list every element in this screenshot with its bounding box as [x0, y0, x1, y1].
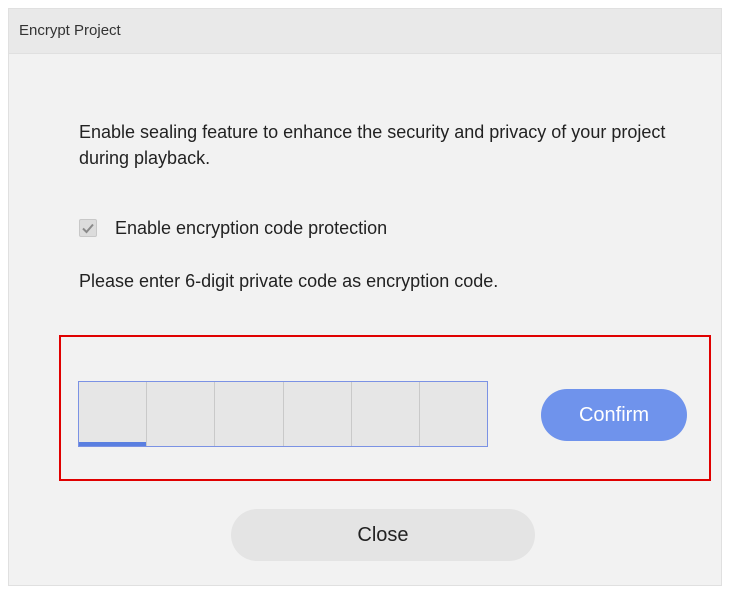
code-digit-5[interactable]	[351, 382, 420, 446]
confirm-button[interactable]: Confirm	[541, 389, 687, 441]
code-digit-1[interactable]	[79, 382, 148, 446]
checkmark-icon	[82, 223, 94, 234]
code-digit-4[interactable]	[283, 382, 352, 446]
code-digit-6[interactable]	[419, 382, 488, 446]
encryption-checkbox-label: Enable encryption code protection	[115, 218, 388, 238]
encryption-checkbox[interactable]	[79, 219, 97, 237]
description-text: Enable sealing feature to enhance the se…	[79, 122, 666, 168]
code-digit-3[interactable]	[215, 382, 284, 446]
dialog-titlebar: Encrypt Project	[9, 9, 721, 54]
code-input-group	[78, 381, 488, 447]
code-digit-2[interactable]	[147, 382, 216, 446]
encrypt-project-dialog: Encrypt Project Enable sealing feature t…	[8, 8, 722, 586]
instruction-text: Please enter 6-digit private code as enc…	[79, 271, 499, 291]
close-button[interactable]: Close	[231, 509, 535, 561]
dialog-title: Encrypt Project	[19, 22, 121, 39]
